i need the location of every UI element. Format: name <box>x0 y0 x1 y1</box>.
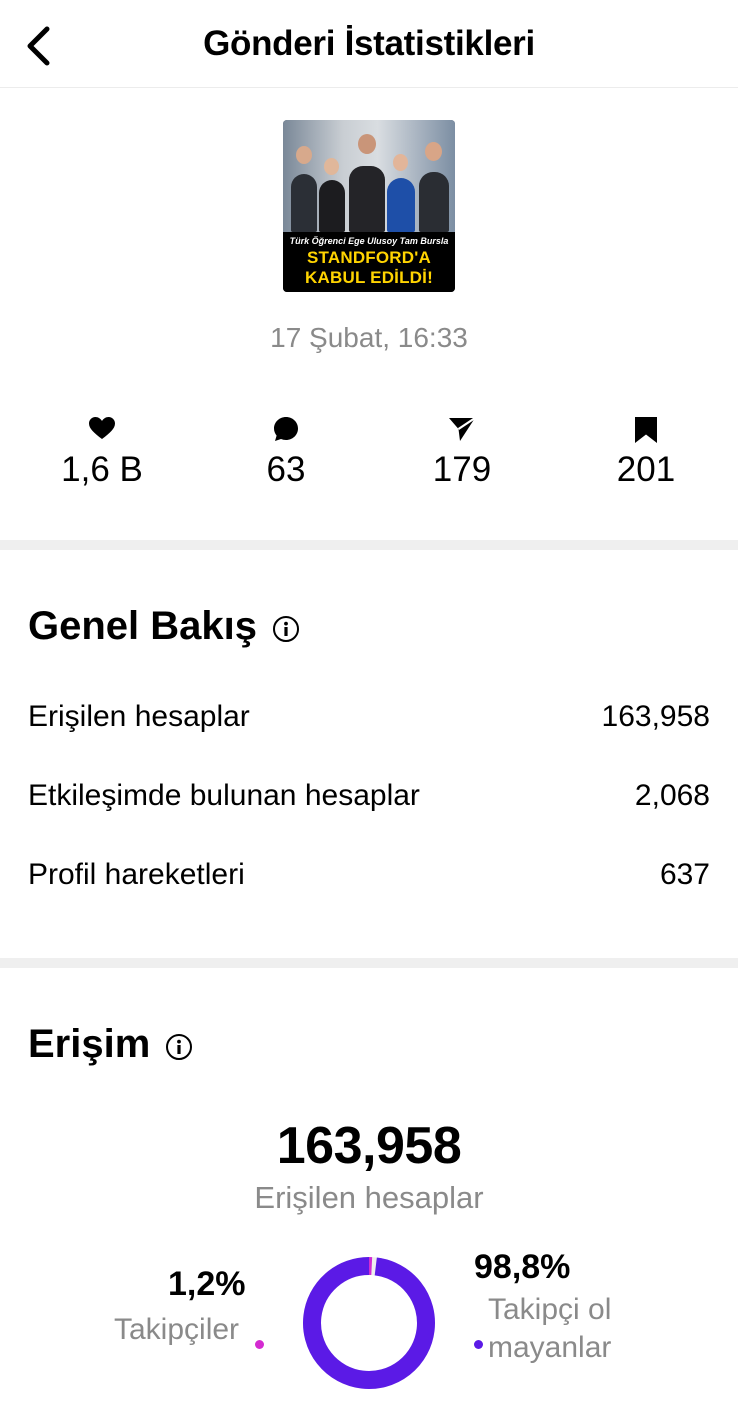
thumbnail-caption-line1: STANDFORD'A <box>307 248 431 267</box>
thumbnail-person <box>291 174 317 232</box>
reach-section-title: Erişim <box>28 1022 193 1067</box>
saves-count: 201 <box>616 450 676 489</box>
thumbnail-person <box>419 172 449 232</box>
thumbnail-person-head <box>358 134 376 154</box>
post-date: 17 Şubat, 16:33 <box>270 322 468 353</box>
reach-total-label: Erişilen hesaplar <box>254 1180 484 1215</box>
reach-donut-chart <box>303 1257 435 1389</box>
reach-title: Erişim <box>28 1022 151 1066</box>
row-value: 2,068 <box>634 779 710 812</box>
row-value: 637 <box>659 858 710 891</box>
bookmark-icon <box>635 417 657 443</box>
donut-segment-non-followers <box>303 1257 435 1389</box>
row-value: 163,958 <box>601 700 710 733</box>
overview-row-profile-activity[interactable]: Profil hareketleri 637 <box>28 858 710 892</box>
followers-percent: 1,2% <box>168 1265 246 1303</box>
info-icon[interactable] <box>166 1033 193 1060</box>
post-thumbnail[interactable]: Türk Öğrenci Ege Ulusoy Tam Bursla STAND… <box>283 120 455 292</box>
info-icon[interactable] <box>273 615 300 642</box>
thumbnail-person <box>319 180 345 232</box>
comments-count: 63 <box>266 450 306 489</box>
thumbnail-person-head <box>296 146 312 164</box>
row-label: Profil hareketleri <box>28 858 245 891</box>
non-followers-percent: 98,8% <box>474 1248 571 1286</box>
thumbnail-caption-small: Türk Öğrenci Ege Ulusoy Tam Bursla <box>289 236 449 246</box>
overview-row-engaged[interactable]: Etkileşimde bulunan hesaplar 2,068 <box>28 779 710 813</box>
paper-plane-icon <box>449 417 476 441</box>
shares-stat[interactable]: 179 <box>382 410 542 490</box>
engagement-stats: 1,6 B 63 179 201 <box>0 410 738 500</box>
heart-icon <box>89 417 115 439</box>
comment-bubble-icon <box>274 417 298 441</box>
overview-title: Genel Bakış <box>28 604 258 648</box>
section-divider <box>0 540 738 550</box>
thumbnail-person-head <box>324 158 339 175</box>
likes-count: 1,6 B <box>61 450 143 489</box>
overview-section-title: Genel Bakış <box>28 604 300 649</box>
overview-row-reached[interactable]: Erişilen hesaplar 163,958 <box>28 700 710 734</box>
thumbnail-person <box>387 178 415 232</box>
followers-label: Takipçiler <box>114 1313 240 1346</box>
section-divider <box>0 958 738 968</box>
comments-stat[interactable]: 63 <box>206 410 366 490</box>
top-bar: Gönderi İstatistikleri <box>0 0 738 88</box>
thumbnail-caption-line2: KABUL EDİLDİ! <box>305 268 433 287</box>
reach-total: 163,958 <box>276 1117 462 1175</box>
non-followers-label: Takipçi olmayanlar <box>488 1293 612 1364</box>
saves-stat[interactable]: 201 <box>566 410 726 490</box>
likes-stat[interactable]: 1,6 B <box>22 410 182 490</box>
shares-count: 179 <box>432 450 492 489</box>
thumbnail-person <box>349 166 385 232</box>
thumbnail-person-head <box>425 142 442 161</box>
page-title: Gönderi İstatistikleri <box>203 24 535 63</box>
non-followers-legend-dot <box>474 1340 483 1349</box>
row-label: Erişilen hesaplar <box>28 700 250 733</box>
row-label: Etkileşimde bulunan hesaplar <box>28 779 420 812</box>
followers-legend-dot <box>255 1340 264 1349</box>
thumbnail-person-head <box>393 154 408 171</box>
